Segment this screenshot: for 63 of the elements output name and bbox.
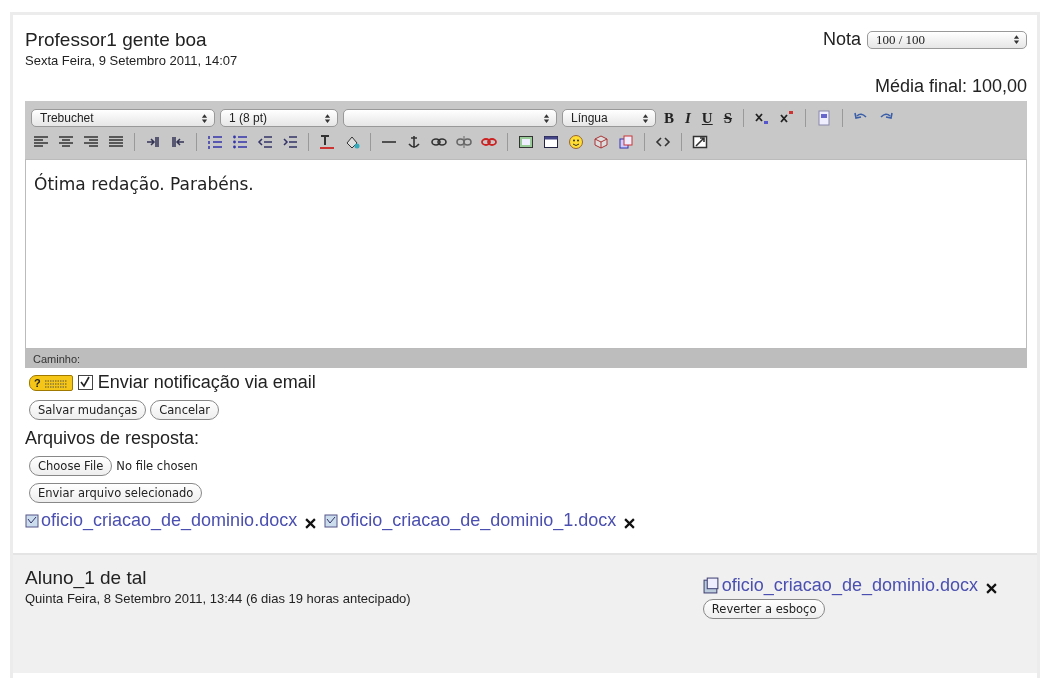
- unlink-icon[interactable]: [456, 134, 472, 150]
- size-select[interactable]: 1 (8 pt): [220, 109, 338, 127]
- numbered-list-icon[interactable]: [207, 134, 223, 150]
- file-link[interactable]: oficio_criacao_de_dominio.docx: [721, 575, 978, 596]
- ltr-icon[interactable]: [145, 134, 161, 150]
- form-button[interactable]: Cancelar: [150, 400, 219, 420]
- delete-icon[interactable]: [624, 518, 636, 529]
- comment-text: Ótima redação. Parabéns.: [34, 174, 254, 194]
- teacher-name: Professor1 gente boa: [25, 29, 208, 51]
- format-button[interactable]: S: [720, 109, 736, 127]
- updown-arrows-icon: [543, 112, 550, 124]
- grade-label: Nota: [822, 29, 861, 50]
- final-grade: Média final: 100,00: [874, 76, 1027, 97]
- updown-arrows-icon: [642, 112, 649, 124]
- align-right-icon[interactable]: [83, 134, 99, 150]
- image-icon[interactable]: [518, 134, 534, 150]
- format-button[interactable]: U: [698, 109, 716, 127]
- table-icon[interactable]: [543, 134, 559, 150]
- align-left-icon[interactable]: [33, 134, 49, 150]
- fill-color-icon[interactable]: [344, 134, 360, 150]
- document-icon: [702, 577, 720, 594]
- file-link[interactable]: oficio_criacao_de_dominio.docx: [41, 510, 298, 531]
- text-color-icon[interactable]: [319, 134, 335, 150]
- justify-icon[interactable]: [108, 134, 124, 150]
- outdent-icon[interactable]: [257, 134, 273, 150]
- bullet-list-icon[interactable]: [232, 134, 248, 150]
- updown-arrows-icon: [1013, 34, 1020, 45]
- updown-arrows-icon: [324, 112, 331, 124]
- copy-icon[interactable]: [618, 134, 634, 150]
- align-center-icon[interactable]: [58, 134, 74, 150]
- format-button[interactable]: I: [682, 109, 694, 127]
- anchor-icon[interactable]: [406, 134, 422, 150]
- indent-icon[interactable]: [282, 134, 298, 150]
- document-icon[interactable]: [816, 110, 833, 126]
- file-link[interactable]: oficio_criacao_de_dominio_1.docx: [340, 510, 617, 531]
- notify-checkbox[interactable]: [77, 375, 93, 390]
- fullscreen-icon[interactable]: [692, 134, 708, 150]
- help-badge[interactable]: ?: [29, 374, 73, 391]
- document-icon: [324, 513, 339, 528]
- grade-select[interactable]: 100 / 100: [867, 30, 1027, 49]
- response-files-heading: Arquivos de resposta:: [25, 428, 201, 449]
- submission-date: Sexta Feira, 9 Setembro 2011, 14:07: [25, 53, 238, 68]
- cube-icon[interactable]: [593, 134, 609, 150]
- upload-button[interactable]: Enviar arquivo selecionado: [29, 483, 203, 503]
- student-name: Aluno_1 de tal: [25, 567, 148, 589]
- updown-arrows-icon: [201, 112, 208, 124]
- choose-file-button[interactable]: Choose File: [29, 456, 113, 476]
- revert-button[interactable]: Reverter a esboço: [702, 599, 826, 619]
- submission-date: Quinta Feira, 8 Setembro 2011, 13:44 (6 dias 19 horas antecipado): [25, 591, 411, 606]
- language-select[interactable]: Língua: [562, 109, 656, 127]
- document-icon: [25, 513, 39, 528]
- editor-area[interactable]: Ótima redação. Parabéns.: [25, 159, 1027, 349]
- delete-icon[interactable]: [986, 583, 997, 594]
- path-label: Caminho:: [33, 352, 81, 365]
- form-button[interactable]: Salvar mudanças: [29, 400, 147, 420]
- format-button[interactable]: B: [661, 109, 677, 127]
- smiley-icon[interactable]: [568, 134, 584, 150]
- notify-label: Enviar notificação via email: [97, 372, 316, 393]
- file-status: No file chosen: [116, 459, 198, 473]
- delete-icon[interactable]: [305, 518, 317, 529]
- font-select[interactable]: Trebuchet: [31, 109, 215, 127]
- format-select[interactable]: [343, 109, 557, 127]
- rtl-icon[interactable]: [170, 134, 186, 150]
